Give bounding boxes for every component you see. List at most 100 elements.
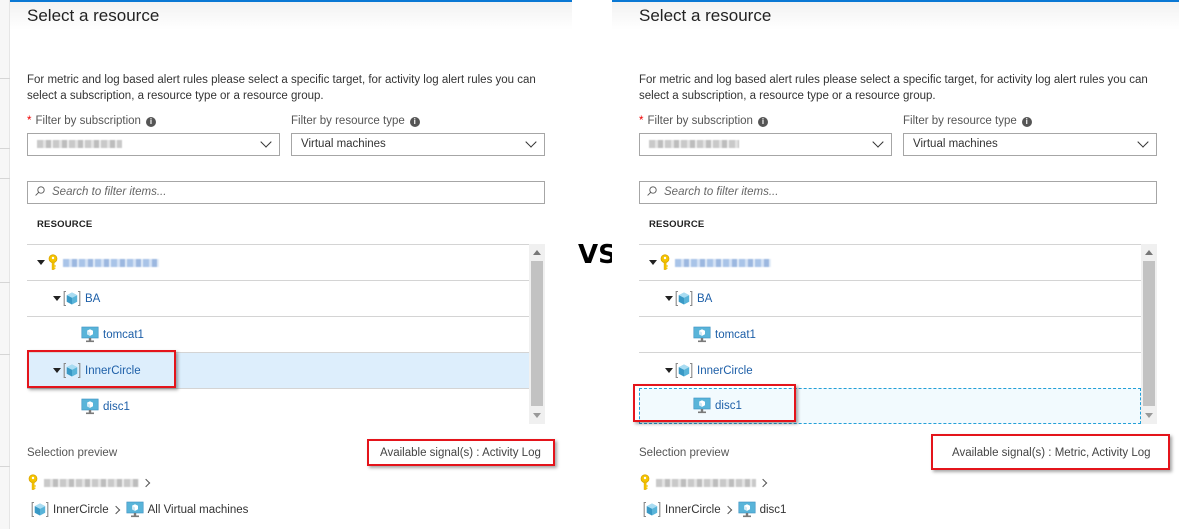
key-icon	[639, 474, 651, 491]
tree-scrollbar[interactable]	[1141, 244, 1157, 424]
required-marker: *	[639, 115, 644, 127]
tree-row-resource-group-selected[interactable]: InnerCircle	[27, 353, 529, 389]
resource-tree: BA tomcat1 InnerCircle disc1	[27, 244, 529, 424]
info-icon[interactable]: i	[409, 117, 420, 127]
preview-target-name: disc1	[759, 503, 787, 516]
chevron-down-icon	[525, 136, 537, 148]
tree-row-subscription[interactable]	[27, 245, 529, 281]
expand-caret-icon[interactable]	[665, 296, 673, 301]
virtual-machine-icon	[81, 398, 99, 415]
subscription-filter-label-text: Filter by subscription	[647, 115, 753, 127]
search-icon	[35, 186, 45, 196]
preview-path-target: InnerCircle disc1	[643, 501, 786, 518]
preview-path-subscription	[27, 474, 156, 491]
tree-item-label: BA	[697, 292, 713, 305]
available-signals-text: Available signal(s) : Metric, Activity L…	[952, 447, 1151, 459]
subscription-filter-label: * Filter by subscription i	[639, 115, 768, 127]
resource-type-select[interactable]: Virtual machines	[903, 133, 1157, 156]
key-icon	[27, 474, 39, 491]
chevron-right-icon	[111, 505, 120, 514]
resource-type-value: Virtual machines	[913, 138, 998, 150]
background-page-edge	[0, 0, 10, 529]
tree-row-subscription[interactable]	[639, 245, 1141, 281]
scrollbar-thumb[interactable]	[1143, 261, 1155, 406]
tree-item-label: BA	[85, 292, 101, 305]
expand-caret-icon[interactable]	[37, 260, 45, 265]
tree-scrollbar[interactable]	[529, 244, 545, 424]
tree-item-label: disc1	[103, 400, 130, 413]
selection-preview-label: Selection preview	[27, 447, 118, 459]
expand-caret-icon[interactable]	[53, 368, 61, 373]
subscription-select[interactable]	[639, 133, 892, 156]
tree-row-virtual-machine[interactable]: tomcat1	[27, 317, 529, 353]
resource-group-icon	[675, 362, 693, 379]
resource-type-value: Virtual machines	[301, 138, 386, 150]
preview-path-subscription	[639, 474, 773, 491]
subscription-value-redacted	[37, 139, 122, 148]
info-icon[interactable]: i	[1021, 117, 1032, 127]
panel-title: Select a resource	[639, 6, 772, 25]
search-placeholder: Search to filter items...	[664, 186, 779, 198]
expand-caret-icon[interactable]	[665, 368, 673, 373]
tree-item-label: tomcat1	[103, 328, 144, 341]
chevron-right-icon	[723, 505, 732, 514]
virtual-machine-icon	[693, 326, 711, 343]
tree-item-label: InnerCircle	[85, 364, 141, 377]
subscription-name-redacted	[63, 258, 159, 267]
panel-description: For metric and log based alert rules ple…	[27, 74, 536, 102]
virtual-machine-icon	[126, 501, 144, 518]
tree-item-label: InnerCircle	[697, 364, 753, 377]
preview-path-target: InnerCircle All Virtual machines	[31, 501, 248, 518]
tree-row-virtual-machine[interactable]: disc1	[27, 389, 529, 424]
tree-row-resource-group[interactable]: BA	[639, 281, 1141, 317]
key-icon	[659, 254, 671, 271]
resource-picker-panel-after: Select a resource For metric and log bas…	[612, 0, 1179, 529]
virtual-machine-icon	[81, 326, 99, 343]
tree-row-virtual-machine-selected[interactable]: disc1	[639, 388, 1141, 424]
scroll-down-arrow-icon[interactable]	[533, 413, 541, 418]
resource-type-filter-label-text: Filter by resource type	[903, 115, 1017, 127]
info-icon[interactable]: i	[757, 117, 768, 127]
preview-target-name: All Virtual machines	[147, 503, 249, 516]
resource-group-icon	[31, 501, 49, 518]
resource-column-header: RESOURCE	[649, 219, 705, 230]
expand-caret-icon[interactable]	[649, 260, 657, 265]
tree-row-resource-group[interactable]: InnerCircle	[639, 353, 1141, 389]
panel-description: For metric and log based alert rules ple…	[639, 74, 1148, 102]
search-input[interactable]: Search to filter items...	[27, 181, 545, 204]
resource-group-icon	[63, 290, 81, 307]
search-input[interactable]: Search to filter items...	[639, 181, 1157, 204]
scroll-up-arrow-icon[interactable]	[533, 250, 541, 255]
subscription-select[interactable]	[27, 133, 280, 156]
tree-row-virtual-machine[interactable]: tomcat1	[639, 317, 1141, 353]
resource-column-header: RESOURCE	[37, 219, 93, 230]
expand-caret-icon[interactable]	[53, 296, 61, 301]
resource-group-icon	[643, 501, 661, 518]
subscription-name-redacted	[675, 258, 771, 267]
key-icon	[47, 254, 59, 271]
scrollbar-thumb[interactable]	[531, 261, 543, 406]
preview-group-name: InnerCircle	[53, 503, 109, 516]
chevron-down-icon	[872, 136, 884, 148]
selection-preview-label: Selection preview	[639, 447, 730, 459]
virtual-machine-icon	[738, 501, 756, 518]
chevron-right-icon	[758, 478, 768, 487]
resource-tree: BA tomcat1 InnerCircle disc1	[639, 244, 1141, 424]
subscription-value-redacted	[649, 139, 739, 148]
tree-item-label: tomcat1	[715, 328, 756, 341]
info-icon[interactable]: i	[145, 117, 156, 127]
resource-picker-panel-before: Select a resource For metric and log bas…	[0, 0, 572, 529]
resource-type-select[interactable]: Virtual machines	[291, 133, 545, 156]
tree-row-resource-group[interactable]: BA	[27, 281, 529, 317]
search-icon	[647, 186, 657, 196]
scroll-down-arrow-icon[interactable]	[1145, 413, 1153, 418]
preview-group-name: InnerCircle	[665, 503, 721, 516]
subscription-name-redacted	[44, 478, 139, 487]
resource-type-filter-label-text: Filter by resource type	[291, 115, 405, 127]
subscription-filter-label-text: Filter by subscription	[35, 115, 141, 127]
search-placeholder: Search to filter items...	[52, 186, 167, 198]
required-marker: *	[27, 115, 32, 127]
chevron-down-icon	[1137, 136, 1149, 148]
resource-group-icon	[675, 290, 693, 307]
scroll-up-arrow-icon[interactable]	[1145, 250, 1153, 255]
